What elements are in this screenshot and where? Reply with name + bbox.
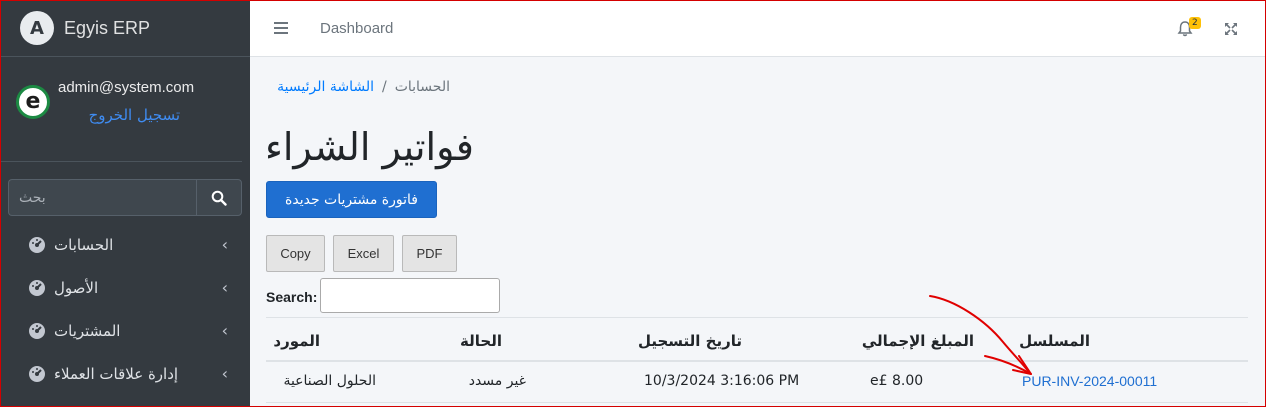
- breadcrumb-separator: /: [381, 79, 387, 95]
- sidebar: A Egyis ERP e admin@system.com تسجيل الخ…: [0, 0, 250, 407]
- invoices-table: المورد الحالة تاريخ التسجيل المبلغ الإجم…: [266, 317, 1248, 403]
- main-content: الحسابات / الشاشة الرئيسية فواتير الشراء…: [250, 57, 1266, 407]
- hamburger-menu-icon[interactable]: [274, 21, 288, 35]
- brand-name: Egyis ERP: [64, 17, 151, 38]
- sidebar-search-input[interactable]: [8, 179, 196, 216]
- cell-total: e£ 8.00: [870, 373, 924, 389]
- cell-date: 10/3/2024 3:16:06 PM: [644, 373, 800, 389]
- topbar: Dashboard 2: [250, 0, 1266, 57]
- logout-link[interactable]: تسجيل الخروج: [58, 106, 194, 124]
- avatar: e: [16, 85, 50, 119]
- cell-status: غير مسدد: [468, 373, 526, 389]
- fullscreen-icon[interactable]: [1224, 22, 1238, 36]
- red-arrow-annotation: [929, 295, 1032, 375]
- column-header-date[interactable]: تاريخ التسجيل: [638, 332, 742, 350]
- breadcrumb: الحسابات / الشاشة الرئيسية: [277, 79, 450, 95]
- table-search-label: Search:: [266, 289, 318, 305]
- excel-button[interactable]: Excel: [333, 235, 394, 272]
- notification-badge: 2: [1189, 17, 1201, 29]
- sidebar-item-crm[interactable]: إدارة علاقات العملاء ‹: [0, 352, 250, 395]
- breadcrumb-home-link[interactable]: الشاشة الرئيسية: [277, 79, 374, 95]
- sidebar-search: [8, 179, 242, 216]
- page-title: فواتير الشراء: [265, 125, 474, 169]
- gauge-icon: [29, 236, 45, 253]
- table-header: المورد الحالة تاريخ التسجيل المبلغ الإجم…: [266, 317, 1248, 362]
- chevron-left-icon: ‹: [221, 278, 228, 297]
- table-search-input[interactable]: [320, 278, 500, 313]
- sidebar-item-assets[interactable]: الأصول ‹: [0, 266, 250, 309]
- search-button[interactable]: [196, 179, 242, 216]
- copy-button[interactable]: Copy: [266, 235, 325, 272]
- pdf-button[interactable]: PDF: [402, 235, 457, 272]
- breadcrumb-current: الحسابات: [394, 79, 450, 95]
- brand-logo-icon: A: [20, 11, 54, 45]
- chevron-left-icon: ‹: [221, 321, 228, 340]
- chevron-left-icon: ‹: [221, 364, 228, 383]
- table-row: الحلول الصناعية غير مسدد 10/3/2024 3:16:…: [266, 362, 1248, 403]
- user-panel: e admin@system.com تسجيل الخروج: [0, 57, 242, 162]
- gauge-icon: [29, 322, 45, 339]
- sidebar-item-accounts[interactable]: الحسابات ‹: [0, 223, 250, 266]
- chevron-left-icon: ‹: [221, 235, 228, 254]
- cell-supplier: الحلول الصناعية: [283, 373, 376, 389]
- gauge-icon: [29, 279, 45, 296]
- search-icon: [211, 190, 227, 206]
- user-email[interactable]: admin@system.com: [58, 79, 194, 96]
- column-header-supplier[interactable]: المورد: [273, 332, 320, 350]
- new-purchase-invoice-button[interactable]: فاتورة مشتريات جديدة: [266, 181, 437, 218]
- brand[interactable]: A Egyis ERP: [0, 0, 250, 57]
- column-header-status[interactable]: الحالة: [460, 332, 502, 350]
- sidebar-item-purchases[interactable]: المشتريات ‹: [0, 309, 250, 352]
- gauge-icon: [29, 365, 45, 382]
- sidebar-nav: الحسابات ‹ الأصول ‹ المشتريات ‹ إدارة عل…: [0, 223, 250, 395]
- dashboard-link[interactable]: Dashboard: [320, 20, 393, 37]
